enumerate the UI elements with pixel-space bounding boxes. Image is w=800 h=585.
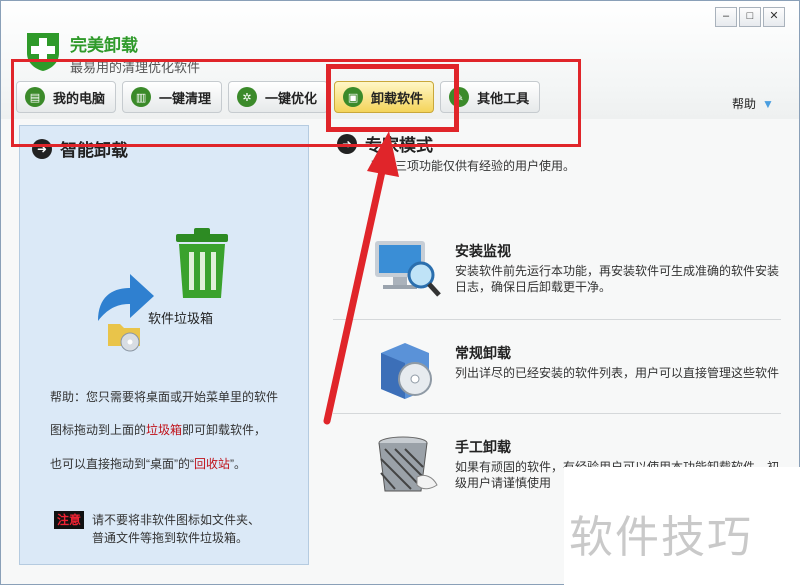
watermark: 软件技巧 (569, 512, 753, 563)
maximize-button[interactable]: □ (739, 7, 761, 27)
note-line-2: 普通文件等拖到软件垃圾箱。 (92, 531, 249, 545)
feature-desc: 安装软件前先运行本功能，再安装软件可生成准确的软件安装日志，确保日后卸载更干净。 (455, 264, 780, 294)
note: 注意 请不要将非软件图标如文件夹、 普通文件等拖到软件垃圾箱。 (54, 511, 260, 547)
folder-disc-icon (108, 324, 140, 352)
divider (333, 413, 781, 414)
window-controls: – □ ✕ (713, 7, 785, 27)
note-badge: 注意 (54, 511, 85, 529)
help-line-1: 帮助：您只需要将桌面或开始菜单里的软件 (50, 390, 279, 404)
expert-mode-desc: 下面三项功能仅供有经验的用户使用。 (371, 159, 576, 173)
minimize-button[interactable]: – (715, 7, 737, 27)
note-line-1: 请不要将非软件图标如文件夹、 (92, 513, 261, 527)
trash-link[interactable]: 垃圾箱 (146, 423, 182, 437)
feature-title: 常规卸载 (455, 345, 511, 361)
help-label: 帮助 (732, 97, 757, 111)
trash-bin-label: 软件垃圾箱 (148, 311, 214, 326)
app-title: 完美卸载 (70, 36, 138, 55)
wastebasket-icon (378, 436, 438, 492)
software-trash-bin[interactable] (170, 228, 234, 318)
help-line-2: 图标拖动到上面的垃圾箱即可卸载软件， (50, 423, 267, 437)
toolbar-highlight-box (11, 59, 581, 147)
smart-uninstall-panel: ➜ 智能卸载 软件垃圾箱 帮助：您只需要将桌面或开始菜单里的软件 图标拖动到上面… (19, 125, 309, 565)
monitor-magnifier-icon (375, 241, 441, 297)
help-line-3: 也可以直接拖动到“桌面”的“回收站”。 (50, 457, 247, 471)
software-box-icon (381, 343, 432, 399)
feature-title: 安装监视 (455, 243, 511, 259)
feature-title: 手工卸载 (455, 439, 511, 455)
install-monitor-item[interactable]: 安装监视 安装软件前先运行本功能，再安装软件可生成准确的软件安装日志，确保日后卸… (333, 237, 781, 323)
feature-desc: 列出详尽的已经安装的软件列表，用户可以直接管理这些软件 (455, 366, 780, 380)
chevron-down-icon: ▼ (762, 96, 774, 111)
recycle-bin-link[interactable]: 回收站 (194, 457, 230, 471)
app-window: – □ ✕ 完美卸载 最易用的清理优化软件 ▤ 我的电脑 ▥ 一键清理 ✲ 一键… (0, 0, 800, 585)
divider (333, 319, 781, 320)
help-button[interactable]: 帮助 ▼ (732, 95, 776, 112)
close-button[interactable]: ✕ (763, 7, 785, 27)
uninstall-tab-highlight (326, 64, 459, 132)
